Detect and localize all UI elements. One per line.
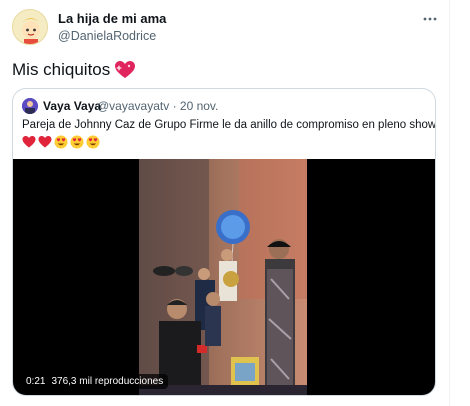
red-heart-icon — [38, 135, 52, 149]
video-thumbnail[interactable] — [139, 159, 307, 395]
author-handle[interactable]: @DanielaRodrice — [58, 29, 156, 43]
video-meta: 0:21 376,3 mil reproducciones — [21, 374, 169, 389]
video-player[interactable]: 0:21 376,3 mil reproducciones — [13, 159, 435, 395]
red-heart-icon — [22, 135, 36, 149]
author-avatar[interactable] — [12, 9, 48, 45]
sparkling-heart-icon — [114, 60, 136, 80]
quote-meta: @vayavayatv · 20 nov. — [97, 99, 218, 113]
quoted-tweet[interactable]: Vaya Vaya @vayavayatv · 20 nov. Pareja d… — [12, 88, 436, 396]
tweet-text-content: Mis chiquitos — [12, 60, 111, 79]
more-options-icon[interactable] — [421, 10, 439, 28]
quote-author-handle[interactable]: @vayavayatv — [97, 99, 169, 113]
heart-eyes-icon — [70, 135, 84, 149]
heart-eyes-icon — [86, 135, 100, 149]
author-name[interactable]: La hija de mi ama — [58, 11, 166, 26]
quote-author-name[interactable]: Vaya Vaya — [43, 99, 101, 113]
video-views: 376,3 mil reproducciones — [51, 376, 164, 387]
heart-eyes-icon — [54, 135, 68, 149]
quote-date[interactable]: 20 nov. — [180, 99, 218, 113]
tweet-card[interactable]: La hija de mi ama @DanielaRodrice Mis ch… — [0, 0, 449, 406]
quote-text: Pareja de Johnny Caz de Grupo Firme le d… — [22, 119, 436, 131]
quote-author-avatar[interactable] — [22, 98, 38, 114]
quote-separator: · — [172, 99, 177, 113]
tweet-text: Mis chiquitos — [12, 60, 136, 80]
video-duration: 0:21 — [26, 376, 46, 387]
page-gutter — [450, 0, 470, 406]
quote-emoji-row — [22, 135, 100, 149]
